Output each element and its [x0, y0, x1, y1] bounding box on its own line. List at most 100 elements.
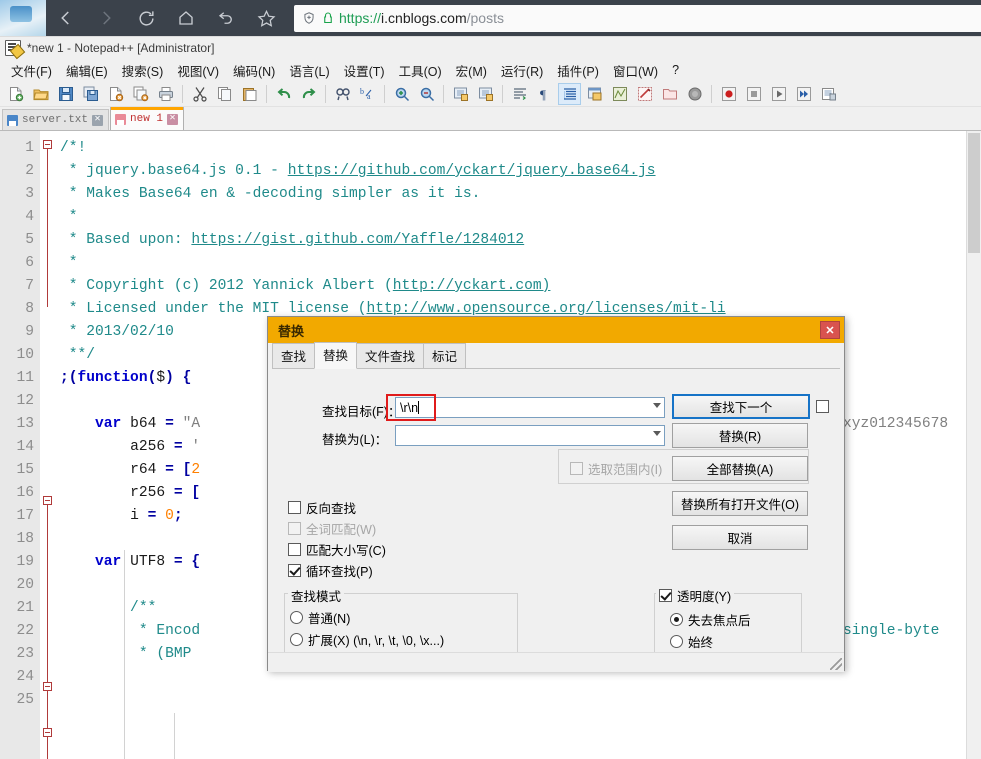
menu-search[interactable]: 搜索(S): [115, 59, 171, 82]
menu-language[interactable]: 语言(L): [282, 59, 336, 82]
menu-macro[interactable]: 宏(M): [449, 59, 494, 82]
doc-tab-server-txt[interactable]: server.txt ✕: [2, 109, 110, 130]
tab-find-in-files[interactable]: 文件查找: [356, 343, 425, 368]
stop-macro-icon[interactable]: [742, 83, 765, 105]
radio-circle[interactable]: [670, 613, 683, 626]
checkbox-box[interactable]: [288, 564, 301, 577]
open-folder-icon[interactable]: [29, 83, 52, 105]
back-button[interactable]: [46, 0, 86, 36]
monitor-icon[interactable]: [683, 83, 706, 105]
search-mode-extended[interactable]: 扩展(X) (\n, \r, \t, \0, \x...): [290, 630, 444, 649]
close-icon[interactable]: ✕: [820, 321, 840, 339]
undo-button[interactable]: [206, 0, 246, 36]
user-defined-dialog-icon[interactable]: [583, 83, 606, 105]
match-case-checkbox[interactable]: 匹配大小写(C): [288, 540, 386, 559]
code-link[interactable]: https://gist.github.com/Yaffle/1284012: [191, 232, 524, 248]
transparency-on-losing-focus[interactable]: 失去焦点后: [670, 610, 751, 629]
checkbox-box[interactable]: [570, 462, 583, 475]
sync-scroll-h-icon[interactable]: [474, 83, 497, 105]
indent-guide-icon[interactable]: [558, 82, 581, 105]
wrap-around-checkbox[interactable]: 循环查找(P): [288, 561, 373, 580]
menu-plugins[interactable]: 插件(P): [550, 59, 606, 82]
close-icon[interactable]: ✕: [167, 113, 179, 125]
undo-icon[interactable]: [272, 83, 295, 105]
bookmark-star-button[interactable]: [246, 0, 286, 36]
replace-button[interactable]: 替换(R): [672, 423, 808, 448]
editor-vertical-scrollbar[interactable]: [966, 131, 981, 759]
checkbox-box[interactable]: [816, 400, 829, 413]
checkbox-box[interactable]: [288, 501, 301, 514]
cancel-button[interactable]: 取消: [672, 525, 808, 550]
resize-grip[interactable]: [830, 658, 842, 670]
playback-multiple-icon[interactable]: [792, 83, 815, 105]
close-icon[interactable]: ✕: [92, 114, 104, 126]
backward-direction-checkbox[interactable]: 反向查找: [288, 498, 356, 517]
radio-circle[interactable]: [670, 635, 683, 648]
home-button[interactable]: [166, 0, 206, 36]
play-macro-icon[interactable]: [767, 83, 790, 105]
replace-icon[interactable]: ba: [356, 83, 379, 105]
folder-as-workspace-icon[interactable]: [658, 83, 681, 105]
show-all-chars-icon[interactable]: ¶: [533, 83, 556, 105]
radio-circle[interactable]: [290, 611, 303, 624]
scrollbar-thumb[interactable]: [968, 133, 980, 253]
replace-all-button[interactable]: 全部替换(A): [672, 456, 808, 481]
new-file-icon[interactable]: [4, 83, 27, 105]
address-bar[interactable]: https://i.cnblogs.com/posts: [294, 4, 981, 32]
doc-map-icon[interactable]: [608, 83, 631, 105]
code-link[interactable]: http://www.opensource.org/licenses/mit-l…: [367, 301, 726, 317]
replace-dialog[interactable]: 替换 ✕ 查找 替换 文件查找 标记 查找目标(F)： \r\n 替换为(L)：: [267, 316, 845, 672]
in-selection-checkbox[interactable]: 选取范围内(I): [570, 459, 662, 478]
cut-icon[interactable]: [188, 83, 211, 105]
search-mode-normal[interactable]: 普通(N): [290, 608, 350, 627]
chevron-down-icon[interactable]: [653, 431, 661, 436]
menu-run[interactable]: 运行(R): [494, 59, 550, 82]
browser-tab-thumbnail[interactable]: [0, 0, 46, 36]
redo-icon[interactable]: [297, 83, 320, 105]
word-wrap-icon[interactable]: [508, 83, 531, 105]
zoom-in-icon[interactable]: [390, 83, 413, 105]
menu-window[interactable]: 窗口(W): [606, 59, 665, 82]
radio-circle[interactable]: [290, 633, 303, 646]
find-icon[interactable]: [331, 83, 354, 105]
code-link[interactable]: https://github.com/yckart/jquery.base64.…: [288, 163, 656, 179]
tab-replace[interactable]: 替换: [314, 342, 358, 369]
code-link[interactable]: http://yckart.com): [393, 278, 551, 294]
print-icon[interactable]: [154, 83, 177, 105]
function-list-icon[interactable]: [633, 83, 656, 105]
menu-view[interactable]: 视图(V): [170, 59, 226, 82]
menu-tools[interactable]: 工具(O): [392, 59, 449, 82]
checkbox-box[interactable]: [288, 543, 301, 556]
save-icon[interactable]: [54, 83, 77, 105]
match-whole-word-checkbox[interactable]: 全词匹配(W): [288, 519, 376, 538]
chevron-down-icon[interactable]: [653, 403, 661, 408]
save-all-icon[interactable]: [79, 83, 102, 105]
reload-button[interactable]: [126, 0, 166, 36]
paste-icon[interactable]: [238, 83, 261, 105]
close-file-icon[interactable]: [104, 83, 127, 105]
replace-with-input[interactable]: [395, 425, 665, 446]
zoom-out-icon[interactable]: [415, 83, 438, 105]
find-next-extra-checkbox[interactable]: [816, 400, 829, 413]
menu-file[interactable]: 文件(F): [4, 59, 59, 82]
tab-mark[interactable]: 标记: [423, 343, 467, 368]
menu-edit[interactable]: 编辑(E): [59, 59, 115, 82]
checkbox-box[interactable]: [659, 589, 672, 602]
close-all-icon[interactable]: [129, 83, 152, 105]
menu-encoding[interactable]: 编码(N): [226, 59, 282, 82]
transparency-always[interactable]: 始终: [670, 632, 713, 651]
record-macro-icon[interactable]: [717, 83, 740, 105]
find-next-button[interactable]: 查找下一个: [672, 394, 810, 419]
tab-find[interactable]: 查找: [272, 343, 316, 368]
replace-all-open-files-button[interactable]: 替换所有打开文件(O): [672, 491, 808, 516]
checkbox-box[interactable]: [288, 522, 301, 535]
sync-scroll-v-icon[interactable]: [449, 83, 472, 105]
transparency-checkbox[interactable]: 透明度(Y): [656, 586, 735, 605]
save-macro-icon[interactable]: [817, 83, 840, 105]
doc-tab-new-1[interactable]: new 1 ✕: [110, 107, 185, 130]
forward-button[interactable]: [86, 0, 126, 36]
dialog-title-bar[interactable]: 替换 ✕: [268, 317, 844, 343]
menu-settings[interactable]: 设置(T): [337, 59, 392, 82]
menu-help[interactable]: ?: [665, 61, 686, 79]
copy-icon[interactable]: [213, 83, 236, 105]
